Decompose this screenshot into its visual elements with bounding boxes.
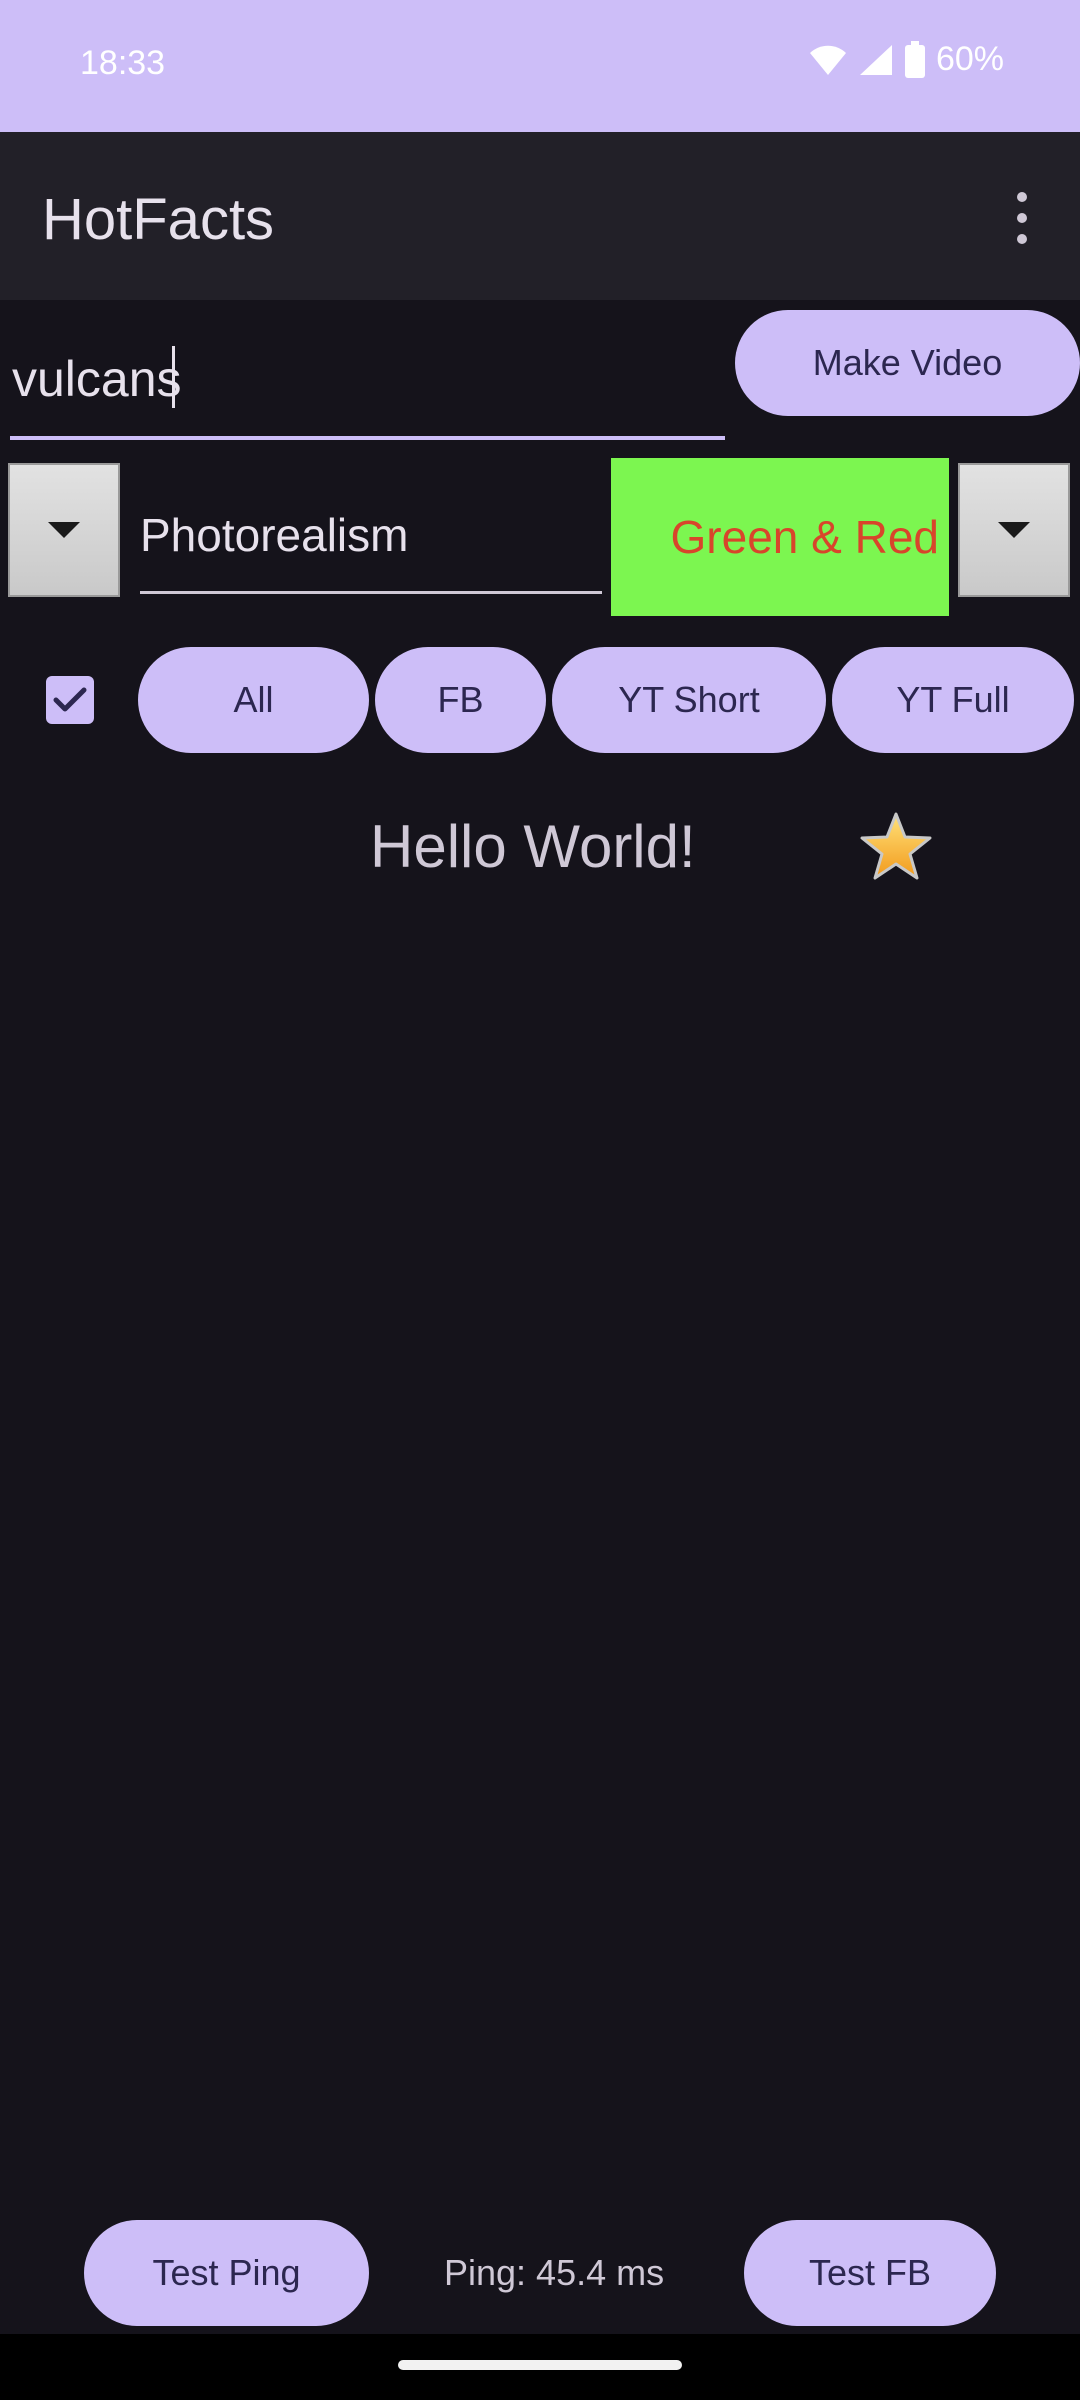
make-video-button[interactable]: Make Video <box>735 310 1080 416</box>
all-button[interactable]: All <box>138 647 369 753</box>
color-select-value: Green & Red <box>670 511 939 563</box>
test-fb-button[interactable]: Test FB <box>744 2220 996 2326</box>
status-time: 18:33 <box>80 44 166 82</box>
battery-percent: 60% <box>935 40 1004 78</box>
star-icon[interactable] <box>858 810 934 882</box>
overflow-menu-icon[interactable] <box>1004 188 1040 248</box>
signal-icon <box>859 44 892 75</box>
style-dropdown-button[interactable] <box>8 463 120 597</box>
yt-full-button[interactable]: YT Full <box>832 647 1074 753</box>
select-checkbox[interactable] <box>46 676 94 724</box>
color-dropdown-button[interactable] <box>958 463 1070 597</box>
wifi-icon <box>809 45 846 75</box>
app-title: HotFacts <box>42 187 275 252</box>
status-icons: 60% <box>808 40 1004 79</box>
test-ping-button[interactable]: Test Ping <box>84 2220 369 2326</box>
text-caret <box>172 346 175 408</box>
battery-icon <box>904 40 925 78</box>
check-icon <box>53 687 87 712</box>
color-select[interactable]: Green & Red <box>611 458 949 616</box>
dropdown-arrow-icon <box>998 522 1030 538</box>
hello-text: Hello World! <box>370 813 696 880</box>
home-gesture-handle[interactable] <box>398 2360 682 2370</box>
ping-status: Ping: 45.4 ms <box>444 2252 665 2293</box>
dropdown-arrow-icon <box>48 522 80 538</box>
yt-short-button[interactable]: YT Short <box>552 647 826 753</box>
search-input-value: vulcans <box>12 351 182 407</box>
fb-button[interactable]: FB <box>375 647 546 753</box>
style-select-value: Photorealism <box>140 509 409 561</box>
